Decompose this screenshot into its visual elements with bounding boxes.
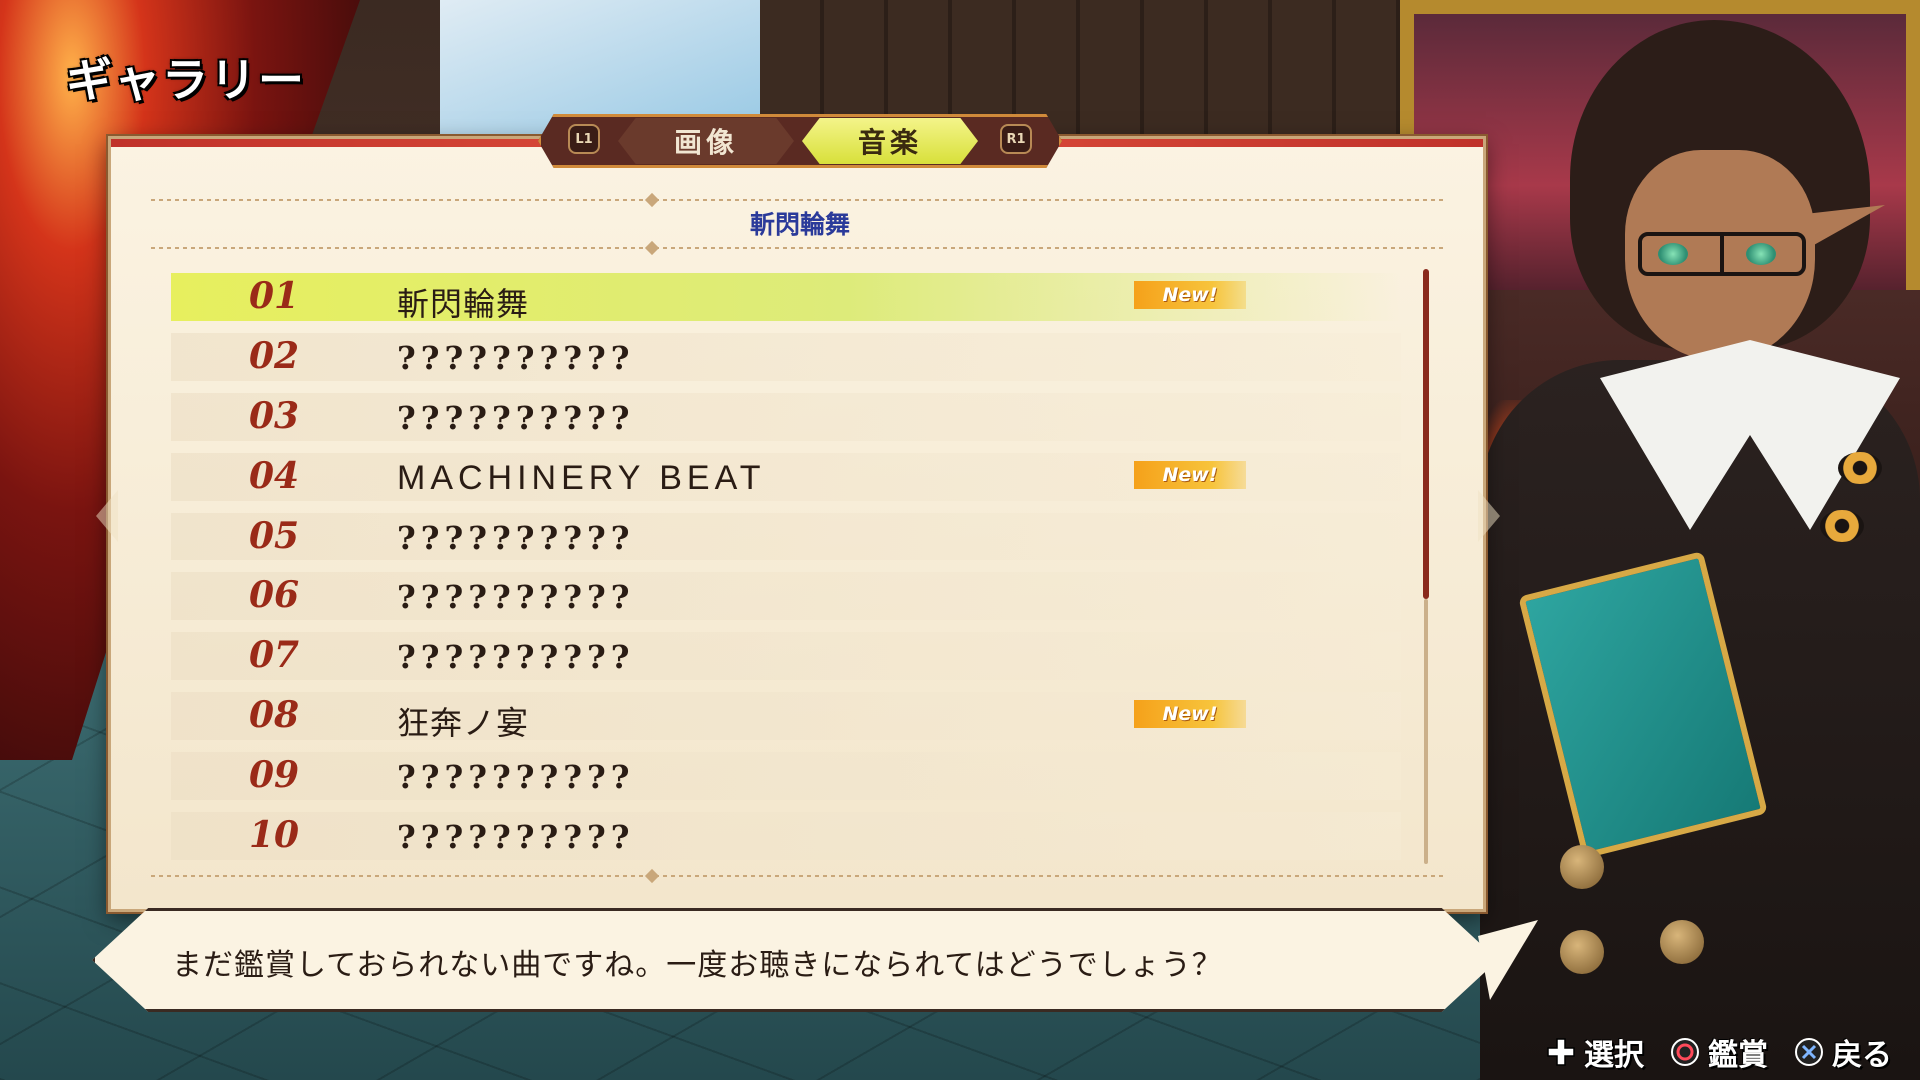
divider-ornament (644, 240, 660, 256)
song-row[interactable]: 04 MACHINERY BEAT New! (171, 447, 1401, 507)
song-title: 狂奔ノ宴 (397, 704, 530, 743)
song-row[interactable]: 10?????????? (171, 806, 1401, 866)
r1-button-icon[interactable]: R1 (1000, 124, 1032, 154)
song-number: 01 (249, 275, 300, 317)
decorative-divider (151, 247, 1443, 249)
song-number: 07 (249, 634, 300, 677)
song-title: ?????????? (397, 758, 635, 797)
song-title: ?????????? (397, 398, 635, 437)
song-number: 05 (249, 514, 300, 557)
dpad-icon (1546, 1037, 1576, 1067)
circle-button-icon (1670, 1037, 1700, 1067)
control-select-label: 選択 (1584, 1038, 1644, 1073)
robe-button (1560, 845, 1604, 889)
category-tab-bar: L1 画像 音楽 R1 (538, 114, 1062, 168)
song-title: 斬閃輪舞 (397, 285, 530, 323)
tab-music[interactable]: 音楽 (802, 118, 978, 164)
music-gallery-panel: 斬閃輪舞 01 斬閃輪舞 New! 02?????????? 03?????????? 0… (108, 136, 1486, 912)
song-row[interactable]: 07?????????? (171, 626, 1401, 686)
dialog-text: まだ鑑賞しておられない曲ですね。一度お聴きになられてはどうでしょう？ (172, 948, 1223, 983)
song-title: ?????????? (397, 578, 635, 617)
song-row[interactable]: 03?????????? (171, 387, 1401, 447)
control-back-label: 戻る (1832, 1038, 1892, 1073)
song-number: 09 (249, 754, 300, 797)
page-right-arrow-icon (1478, 490, 1500, 542)
tab-images[interactable]: 画像 (618, 118, 794, 164)
song-title: ?????????? (397, 518, 635, 557)
song-number: 02 (249, 334, 300, 377)
new-badge: New! (1134, 281, 1246, 309)
new-badge: New! (1134, 700, 1246, 729)
eye-emblem-icon (1838, 452, 1882, 484)
song-number: 10 (249, 814, 300, 857)
page-left-arrow-icon (96, 490, 118, 542)
current-song-heading: 斬閃輪舞 (749, 210, 850, 239)
control-select: 選択 (1546, 1030, 1644, 1074)
song-list: 01 斬閃輪舞 New! 02?????????? 03?????????? 04 MACH… (171, 267, 1401, 866)
song-title: ?????????? (397, 818, 635, 857)
l1-button-icon[interactable]: L1 (568, 124, 600, 154)
song-title: MACHINERY BEAT (397, 458, 766, 497)
control-view-label: 鑑賞 (1708, 1038, 1768, 1073)
guide-character (1450, 0, 1920, 1080)
song-number: 06 (249, 574, 300, 617)
song-row[interactable]: 01 斬閃輪舞 New! (171, 267, 1401, 327)
scrollbar-thumb[interactable] (1423, 269, 1429, 599)
button-prompts: 選択 鑑賞 戻る (1546, 1030, 1892, 1074)
song-title: ?????????? (397, 638, 635, 677)
new-badge: New! (1134, 460, 1246, 489)
robe-button (1660, 920, 1704, 964)
song-number: 04 (249, 454, 300, 497)
song-row[interactable]: 02?????????? (171, 327, 1401, 387)
screen-title: ギャラリー (66, 53, 306, 107)
divider-ornament (644, 868, 660, 884)
decorative-divider (151, 875, 1443, 877)
robe-button (1560, 930, 1604, 974)
song-row[interactable]: 09?????????? (171, 746, 1401, 806)
control-back: 戻る (1794, 1030, 1892, 1074)
song-title: ?????????? (397, 338, 635, 377)
song-number: 08 (249, 694, 300, 737)
eye-emblem-icon (1820, 510, 1864, 542)
scrollbar-track[interactable] (1424, 599, 1428, 864)
cross-button-icon (1794, 1037, 1824, 1067)
song-row[interactable]: 05?????????? (171, 507, 1401, 567)
song-row[interactable]: 08 狂奔ノ宴 New! (171, 686, 1401, 746)
song-number: 03 (249, 394, 300, 437)
control-view: 鑑賞 (1670, 1030, 1768, 1074)
song-row[interactable]: 06?????????? (171, 566, 1401, 626)
decorative-divider (151, 199, 1443, 201)
character-glasses (1638, 232, 1806, 276)
